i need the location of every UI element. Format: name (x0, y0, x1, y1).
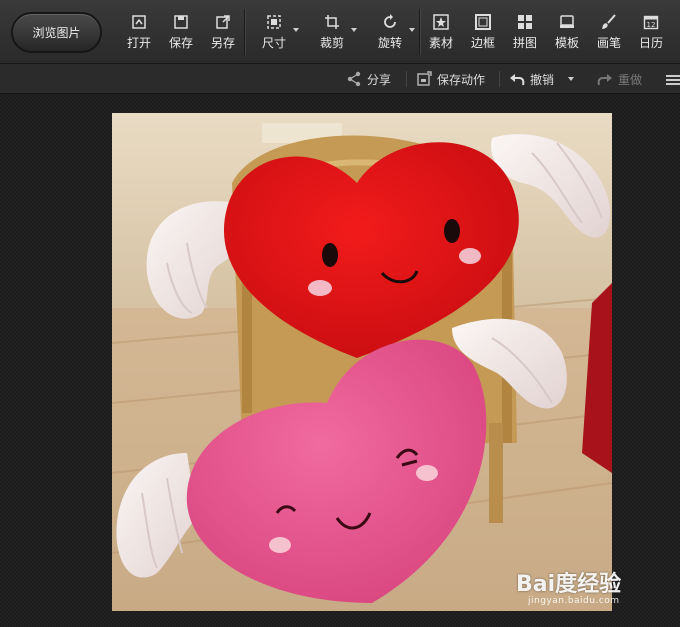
material-icon (433, 13, 449, 30)
undo-button[interactable]: 撤销 (509, 64, 554, 94)
action-divider (406, 71, 407, 87)
chevron-down-icon[interactable] (293, 28, 299, 32)
undo-icon (510, 74, 525, 86)
heart-pillows-photo (112, 113, 612, 611)
share-label: 分享 (367, 72, 392, 87)
resize-label: 尺寸 (261, 35, 286, 50)
resize-button[interactable]: 尺寸 (245, 0, 303, 64)
more-icon (666, 75, 680, 85)
watermark-brand: Bai度经验 (516, 572, 622, 597)
brush-label: 画笔 (596, 35, 621, 50)
chevron-down-icon[interactable] (409, 28, 415, 32)
rotate-label: 旋转 (377, 35, 402, 50)
rotate-icon (384, 13, 396, 28)
material-label: 素材 (428, 35, 453, 50)
calendar-button[interactable]: 12 日历 (630, 0, 672, 64)
collage-label: 拼图 (512, 35, 537, 50)
collage-button[interactable]: 拼图 (504, 0, 546, 64)
tool-group: 打开 保存 另存 尺寸 裁剪 旋转 素材 边框 拼图 模板 画笔 12 日历 (118, 0, 672, 64)
save-action-icon (417, 71, 432, 86)
resize-icon (267, 14, 281, 29)
frame-button[interactable]: 边框 (462, 0, 504, 64)
calendar-day: 12 (647, 21, 656, 29)
share-button[interactable]: 分享 (346, 64, 391, 94)
crop-label: 裁剪 (319, 35, 344, 50)
save-button[interactable]: 保存 (160, 0, 202, 64)
save-as-label: 另存 (210, 35, 235, 50)
chevron-down-icon (568, 77, 574, 81)
redo-label: 重做 (618, 72, 643, 87)
save-as-icon (216, 14, 230, 29)
chevron-down-icon[interactable] (351, 28, 357, 32)
save-action-label: 保存动作 (437, 72, 486, 87)
undo-label: 撤销 (530, 72, 555, 87)
save-action-button[interactable]: 保存动作 (416, 64, 485, 94)
redo-icon (597, 74, 612, 86)
share-icon (347, 71, 361, 87)
watermark-url: jingyan.baidu.com (528, 596, 620, 606)
open-icon (132, 14, 146, 29)
save-label: 保存 (168, 35, 193, 50)
save-as-button[interactable]: 另存 (202, 0, 244, 64)
crop-button[interactable]: 裁剪 (303, 0, 361, 64)
open-button[interactable]: 打开 (118, 0, 160, 64)
calendar-label: 日历 (638, 35, 663, 50)
template-label: 模板 (554, 35, 579, 50)
frame-icon (475, 13, 491, 30)
edited-photo[interactable] (112, 113, 612, 611)
crop-icon (325, 14, 339, 29)
save-icon (174, 14, 188, 29)
baidu-watermark: Bai度经验 jingyan.baidu.com (516, 566, 656, 610)
main-toolbar: 浏览图片 打开 保存 另存 尺寸 裁剪 旋转 素材 边框 拼图 模板 画笔 12… (0, 0, 680, 64)
collage-icon (518, 14, 532, 29)
rotate-button[interactable]: 旋转 (361, 0, 419, 64)
action-divider (499, 71, 500, 87)
material-button[interactable]: 素材 (420, 0, 462, 64)
brush-icon (602, 13, 616, 29)
open-label: 打开 (126, 35, 151, 50)
action-bar: 分享 保存动作 撤销 重做 (0, 64, 680, 94)
more-button[interactable] (664, 64, 680, 94)
template-button[interactable]: 模板 (546, 0, 588, 64)
browse-images-button[interactable]: 浏览图片 (11, 12, 102, 53)
brush-button[interactable]: 画笔 (588, 0, 630, 64)
undo-dropdown[interactable] (568, 64, 574, 94)
redo-button[interactable]: 重做 (597, 64, 642, 94)
calendar-icon: 12 (643, 15, 659, 29)
frame-label: 边框 (470, 35, 495, 50)
template-icon (560, 14, 574, 28)
